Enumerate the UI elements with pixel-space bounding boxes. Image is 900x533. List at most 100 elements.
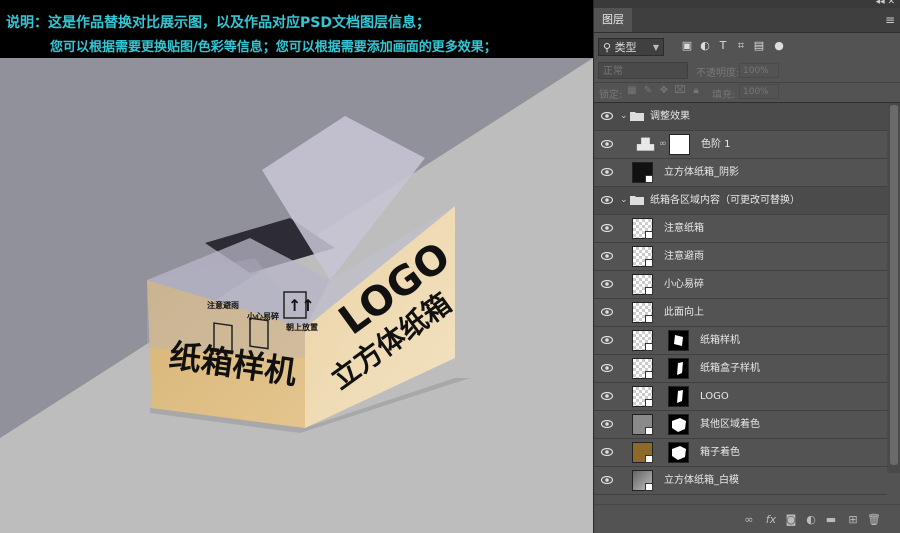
layer-thumbnail[interactable] <box>632 358 653 379</box>
visibility-eye-icon[interactable] <box>601 420 613 428</box>
layer-thumbnail[interactable] <box>632 218 653 239</box>
link-layers-icon[interactable]: ∞ <box>742 513 756 526</box>
blend-row: 正常 不透明度: 100% <box>594 60 900 83</box>
visibility-eye-icon[interactable] <box>601 140 613 148</box>
layer-name: 小心易碎 <box>664 279 704 290</box>
visibility-eye-icon[interactable] <box>601 308 613 316</box>
shape-filter-icon[interactable]: ⌗ <box>734 39 748 53</box>
visibility-eye-icon[interactable] <box>601 476 613 484</box>
smart-object-icon <box>645 455 653 463</box>
lock-all-icon[interactable]: 🔒︎ <box>690 85 702 97</box>
fill-label: 填充: <box>712 90 736 101</box>
panel-menu-icon[interactable]: ≡ <box>885 13 895 27</box>
layer-row-smart-mask[interactable]: 纸箱样机 <box>594 327 887 355</box>
icon-label-fragile: 小心易碎 <box>246 311 279 321</box>
scrollbar-thumb[interactable] <box>890 105 898 465</box>
levels-adjustment-icon: ▟▙ <box>637 138 654 151</box>
layer-thumbnail[interactable] <box>632 470 653 491</box>
type-filter-icon[interactable]: T <box>716 39 730 53</box>
fill-input[interactable]: 100% <box>739 84 779 99</box>
layer-mask-thumbnail[interactable] <box>669 134 690 155</box>
layer-name: 立方体纸箱_白模 <box>664 475 739 486</box>
smart-object-icon <box>645 371 653 379</box>
search-icon: ⚲ <box>603 41 612 54</box>
lock-brush-icon[interactable]: ✎ <box>642 85 654 97</box>
new-layer-icon[interactable]: ⊞ <box>846 513 860 526</box>
panel-bottom-toolbar: ∞ fx ◙ ◐ ▬ ⊞ 🗑︎ <box>594 504 900 533</box>
layer-row-base[interactable]: 立方体纸箱_白模 <box>594 467 887 495</box>
smart-object-icon <box>645 399 653 407</box>
banner-line-2: 您可以根据需要更换贴图/色彩等信息；您可以根据需要添加画面的更多效果； <box>50 40 497 55</box>
layer-mask-thumbnail[interactable] <box>668 330 689 351</box>
layer-row-adjust-group[interactable]: ⌄ 调整效果 <box>594 103 887 131</box>
visibility-eye-icon[interactable] <box>601 252 613 260</box>
visibility-eye-icon[interactable] <box>601 280 613 288</box>
visibility-eye-icon[interactable] <box>601 336 613 344</box>
layer-row-levels[interactable]: ▟▙ ∞ 色阶 1 <box>594 131 887 159</box>
trash-icon[interactable]: 🗑︎ <box>867 513 881 526</box>
fx-icon[interactable]: fx <box>764 513 778 526</box>
visibility-eye-icon[interactable] <box>601 364 613 372</box>
layer-thumbnail[interactable] <box>632 246 653 267</box>
lock-label: 锁定: <box>599 90 623 101</box>
layers-panel: ◂◂ ✕ 图层 ≡ ⚲ 类型 ▼ ▣ ◐ T ⌗ ▤ ● 正常 不透明度: 10… <box>593 0 900 533</box>
smart-object-icon <box>645 287 653 295</box>
chevron-down-icon[interactable]: ⌄ <box>620 195 628 205</box>
visibility-eye-icon[interactable] <box>601 224 613 232</box>
panel-top-strip: ◂◂ ✕ <box>594 0 900 8</box>
layer-row-color-fill[interactable]: 其他区域着色 <box>594 411 887 439</box>
layer-name: 调整效果 <box>650 111 690 122</box>
layer-list-scrollbar[interactable] <box>887 103 900 473</box>
layer-filter-select[interactable]: ⚲ 类型 ▼ <box>598 38 664 56</box>
pixel-filter-icon[interactable]: ▣ <box>680 39 694 53</box>
layer-mask-thumbnail[interactable] <box>668 358 689 379</box>
add-mask-icon[interactable]: ◙ <box>784 513 798 526</box>
visibility-eye-icon[interactable] <box>601 196 613 204</box>
layer-mask-thumbnail[interactable] <box>668 414 689 435</box>
new-group-icon[interactable]: ▬ <box>824 513 838 526</box>
adjustment-layer-icon[interactable]: ◐ <box>804 513 818 526</box>
layer-row-smart[interactable]: 此面向上 <box>594 299 887 327</box>
layer-row-smart[interactable]: 注意纸箱 <box>594 215 887 243</box>
layer-row-smart-mask[interactable]: 纸箱盒子样机 <box>594 355 887 383</box>
panel-window-controls[interactable]: ◂◂ ✕ <box>876 0 895 7</box>
layer-name: 纸箱样机 <box>700 335 740 346</box>
adjustment-filter-icon[interactable]: ◐ <box>698 39 712 53</box>
lock-transparency-icon[interactable]: ▦ <box>626 85 638 97</box>
folder-icon <box>630 196 644 205</box>
visibility-eye-icon[interactable] <box>601 112 613 120</box>
smart-object-icon <box>645 343 653 351</box>
lock-artboard-icon[interactable]: ⌧ <box>674 85 686 97</box>
layer-row-smart[interactable]: 注意避雨 <box>594 243 887 271</box>
layer-mask-thumbnail[interactable] <box>668 442 689 463</box>
layer-row-content-group[interactable]: ⌄ 纸箱各区域内容（可更改可替换） <box>594 187 887 215</box>
layer-thumbnail[interactable] <box>632 414 653 435</box>
smart-object-icon <box>645 259 653 267</box>
layer-row-smart-mask[interactable]: LOGO <box>594 383 887 411</box>
lock-move-icon[interactable]: ✥ <box>658 85 670 97</box>
link-icon[interactable]: ∞ <box>659 139 667 149</box>
layer-name: 其他区域着色 <box>700 419 760 430</box>
filter-toggle-icon[interactable]: ● <box>772 39 786 53</box>
icon-label-rain: 注意避雨 <box>207 300 239 310</box>
layer-row-shadow[interactable]: 立方体纸箱_阴影 <box>594 159 887 187</box>
chevron-down-icon[interactable]: ⌄ <box>620 111 628 121</box>
layer-thumbnail[interactable] <box>632 302 653 323</box>
layer-mask-thumbnail[interactable] <box>668 386 689 407</box>
smart-object-filter-icon[interactable]: ▤ <box>752 39 766 53</box>
visibility-eye-icon[interactable] <box>601 448 613 456</box>
document-canvas[interactable]: 说明：这是作品替换对比展示图，以及作品对应PSD文档图层信息； 您可以根据需要更… <box>0 0 593 533</box>
layer-thumbnail[interactable] <box>632 274 653 295</box>
tab-layers[interactable]: 图层 <box>594 8 632 32</box>
opacity-input[interactable]: 100% <box>739 63 779 78</box>
layer-thumbnail[interactable] <box>632 386 653 407</box>
layer-row-smart[interactable]: 小心易碎 <box>594 271 887 299</box>
visibility-eye-icon[interactable] <box>601 392 613 400</box>
layer-thumbnail[interactable] <box>632 442 653 463</box>
layer-thumbnail[interactable] <box>632 330 653 351</box>
layer-name: 纸箱盒子样机 <box>700 363 760 374</box>
visibility-eye-icon[interactable] <box>601 168 613 176</box>
layer-thumbnail[interactable] <box>632 162 653 183</box>
layer-row-color-fill[interactable]: 箱子着色 <box>594 439 887 467</box>
blend-mode-select[interactable]: 正常 <box>598 62 688 79</box>
